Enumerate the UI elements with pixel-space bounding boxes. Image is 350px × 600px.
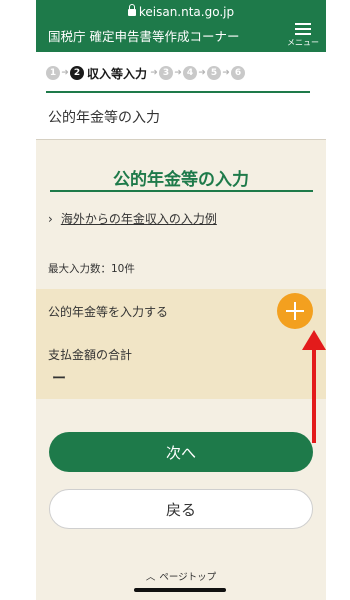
step-1: 1 bbox=[46, 66, 60, 80]
menu-label: メニュー bbox=[287, 38, 319, 47]
section-title: 公的年金等の入力 bbox=[48, 110, 160, 126]
total-payment-label: 支払金額の合計 bbox=[48, 348, 133, 362]
back-button[interactable]: 戻る bbox=[49, 489, 313, 529]
app-header: keisan.nta.go.jp 国税庁 確定申告書等作成コーナー メニュー bbox=[36, 0, 326, 52]
menu-button[interactable]: メニュー bbox=[286, 23, 320, 49]
home-indicator bbox=[134, 588, 226, 592]
hamburger-icon bbox=[295, 23, 311, 35]
step-indicator: 1 ➜ 2 収入等入力 ➜ 3 ➜ 4 ➜ 5 ➜ 6 bbox=[46, 64, 246, 82]
section-divider bbox=[36, 139, 326, 140]
page-title: 公的年金等の入力 bbox=[113, 170, 249, 190]
next-button[interactable]: 次へ bbox=[49, 432, 313, 472]
max-count-text: 最大入力数：10件 bbox=[48, 263, 135, 275]
title-underline bbox=[50, 190, 313, 192]
phone-screen: keisan.nta.go.jp 国税庁 確定申告書等作成コーナー メニュー 1… bbox=[36, 0, 326, 600]
add-pension-label: 公的年金等を入力する bbox=[48, 305, 169, 319]
steps-divider bbox=[46, 91, 310, 93]
step-6: 6 bbox=[231, 66, 246, 80]
chevron-right-icon: › bbox=[48, 212, 53, 226]
step-2-label: 収入等入力 bbox=[87, 66, 148, 81]
url-bar[interactable]: keisan.nta.go.jp bbox=[36, 4, 326, 19]
step-4: 4 bbox=[183, 66, 198, 80]
add-pension-button[interactable] bbox=[277, 293, 313, 329]
step-arrow-icon: ➜ bbox=[61, 68, 69, 78]
link-text: 海外からの年金収入の入力例 bbox=[60, 212, 217, 226]
url-text: keisan.nta.go.jp bbox=[138, 5, 235, 19]
page-top-link[interactable]: ︿ ページトップ bbox=[36, 569, 326, 583]
lock-icon bbox=[127, 4, 136, 16]
page-top-label: ページトップ bbox=[159, 572, 217, 583]
total-payment-value: ー bbox=[52, 371, 66, 387]
step-5: 5 bbox=[207, 66, 222, 80]
annotation-arrow-shaft bbox=[312, 345, 316, 443]
step-arrow-icon: ➜ bbox=[222, 68, 230, 78]
step-arrow-icon: ➜ bbox=[198, 68, 206, 78]
step-arrow-icon: ➜ bbox=[174, 68, 182, 78]
step-2: 2 bbox=[70, 66, 84, 80]
site-title[interactable]: 国税庁 確定申告書等作成コーナー bbox=[48, 26, 239, 45]
overseas-pension-example-link[interactable]: › 海外からの年金収入の入力例 bbox=[48, 210, 217, 227]
step-arrow-icon: ➜ bbox=[150, 68, 158, 78]
step-3: 3 bbox=[159, 66, 174, 80]
chevron-up-icon: ︿ bbox=[145, 572, 156, 583]
